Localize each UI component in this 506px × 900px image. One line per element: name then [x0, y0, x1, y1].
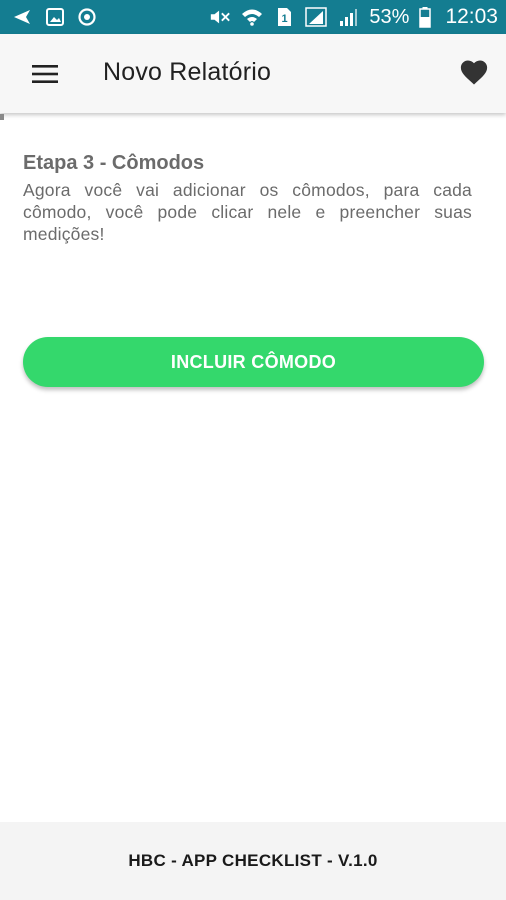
sim-icon: 1: [273, 6, 295, 28]
status-left-icons: [12, 6, 98, 28]
sync-icon: [76, 6, 98, 28]
footer: HBC - APP CHECKLIST - V.1.0: [0, 822, 506, 900]
hamburger-menu-icon[interactable]: [30, 61, 60, 87]
svg-text:1: 1: [282, 13, 288, 25]
scroll-indicator: [0, 114, 4, 120]
signal-icon-2: [337, 6, 359, 28]
add-room-button-label: INCLUIR CÔMODO: [170, 351, 337, 372]
status-right-icons: 1 53% 12:03: [209, 5, 498, 29]
step-title: Etapa 3 - Cômodos: [23, 152, 205, 174]
signal-icon: [305, 6, 328, 28]
back-arrow-icon: [12, 6, 34, 28]
image-icon: [44, 6, 66, 28]
battery-percent: 53%: [369, 5, 410, 28]
page-title: Novo Relatório: [103, 58, 272, 86]
wifi-icon: [241, 6, 263, 28]
app-bar: Novo Relatório: [0, 34, 506, 113]
add-room-button[interactable]: INCLUIR CÔMODO: [23, 337, 484, 387]
clock: 12:03: [445, 5, 498, 28]
step-description: Agora você vai adicionar os cômodos, par…: [23, 180, 472, 244]
battery-icon: [419, 6, 432, 28]
mute-icon: [209, 6, 231, 28]
app-screen: 1 53% 12:03 Novo Relatório Etapa 3 - Côm…: [0, 0, 506, 900]
heart-icon[interactable]: [458, 56, 490, 88]
status-bar: 1 53% 12:03: [0, 0, 506, 34]
footer-text: HBC - APP CHECKLIST - V.1.0: [128, 851, 378, 870]
